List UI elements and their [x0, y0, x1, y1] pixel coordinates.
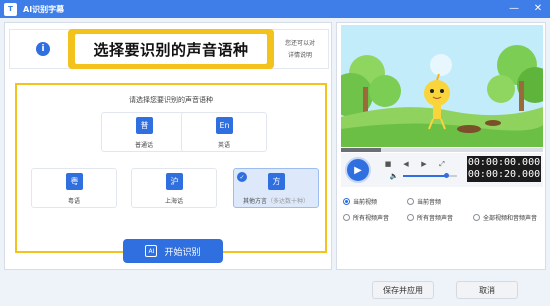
cantonese-icon: 粤	[66, 173, 83, 190]
scope-all-audio[interactable]: 所有音频声音	[407, 213, 453, 222]
current-time: 00:00:00.000	[467, 157, 541, 168]
english-icon: En	[216, 117, 233, 134]
language-english[interactable]: En 英语	[181, 112, 267, 152]
timeline-scrubber[interactable]	[341, 148, 543, 152]
play-icon[interactable]: ▶	[345, 157, 371, 183]
volume-icon[interactable]: 🔈	[389, 171, 399, 181]
mandarin-icon: 普	[136, 117, 153, 134]
close-button[interactable]: ✕	[532, 3, 544, 15]
radio-icon	[407, 214, 414, 221]
scope-all-video-audio[interactable]: 全部视频和音频声音	[473, 213, 537, 222]
language-cantonese[interactable]: 粤 粤语	[31, 168, 117, 208]
select-title: 请选择您要识别的声音语种	[129, 96, 213, 104]
title-bar: T AI识别字幕 — ✕	[0, 0, 550, 18]
info-icon: i	[36, 42, 50, 56]
language-label: 英语	[217, 142, 230, 149]
total-time: 00:00:20.000	[467, 169, 541, 180]
radio-icon	[473, 214, 480, 221]
language-label: 粤语	[67, 198, 80, 205]
shanghainese-icon: 沪	[166, 173, 183, 190]
app-logo: T	[4, 2, 17, 16]
prev-frame-icon[interactable]: ◀	[401, 159, 411, 169]
callout-text: 选择要识别的声音语种	[75, 34, 267, 64]
volume-slider[interactable]	[403, 173, 457, 178]
scope-current-video[interactable]: 当前视频	[343, 197, 377, 206]
language-mandarin[interactable]: 普 普通话	[101, 112, 187, 152]
minimize-button[interactable]: —	[508, 3, 520, 15]
timeline-progress	[341, 148, 382, 152]
cancel-button[interactable]: 取消	[456, 281, 518, 299]
preview-panel: ▶ ■ ◀ ▶ ⤢ 🔈 00:00:00.000 00:00:20.000 当前…	[336, 22, 546, 270]
info-text-right[interactable]: 您还可以对 详情说明	[285, 38, 315, 62]
video-preview	[341, 25, 543, 147]
language-label: 普通话	[134, 142, 153, 149]
check-icon: ✓	[237, 172, 247, 182]
save-apply-button[interactable]: 保存并应用	[372, 281, 434, 299]
start-button-label: 开始识别	[164, 247, 201, 258]
radio-icon	[343, 214, 350, 221]
radio-selected-icon	[343, 198, 350, 205]
start-recognition-button[interactable]: AI 开始识别	[123, 239, 223, 263]
window-title: AI识别字幕	[23, 4, 65, 14]
timecode-display: 00:00:00.000 00:00:20.000	[467, 156, 541, 182]
stop-icon[interactable]: ■	[383, 159, 393, 169]
scope-all-video[interactable]: 所有视频声音	[343, 213, 389, 222]
cartoon-scene-image	[341, 25, 543, 147]
volume-knob[interactable]	[444, 173, 449, 178]
language-select-box: 请选择您要识别的声音语种 普 普通话 En 英语 粤 粤语 沪 上海话 ✓ 方 …	[15, 83, 327, 253]
dialect-icon: 方	[268, 173, 285, 190]
language-label: 上海话	[164, 198, 183, 205]
language-label: 其他方言（多达数十种）	[242, 198, 310, 205]
next-frame-icon[interactable]: ▶	[419, 159, 429, 169]
language-other-dialects[interactable]: ✓ 方 其他方言（多达数十种）	[233, 168, 319, 208]
language-shanghainese[interactable]: 沪 上海话	[131, 168, 217, 208]
player-controls: ▶ ■ ◀ ▶ ⤢ 🔈 00:00:00.000 00:00:20.000	[341, 153, 543, 187]
scope-current-audio[interactable]: 当前音频	[407, 197, 441, 206]
fullscreen-icon[interactable]: ⤢	[437, 159, 447, 169]
volume-level	[403, 175, 447, 177]
callout-banner: 选择要识别的声音语种	[68, 29, 274, 69]
radio-icon	[407, 198, 414, 205]
ai-icon: AI	[145, 245, 158, 257]
